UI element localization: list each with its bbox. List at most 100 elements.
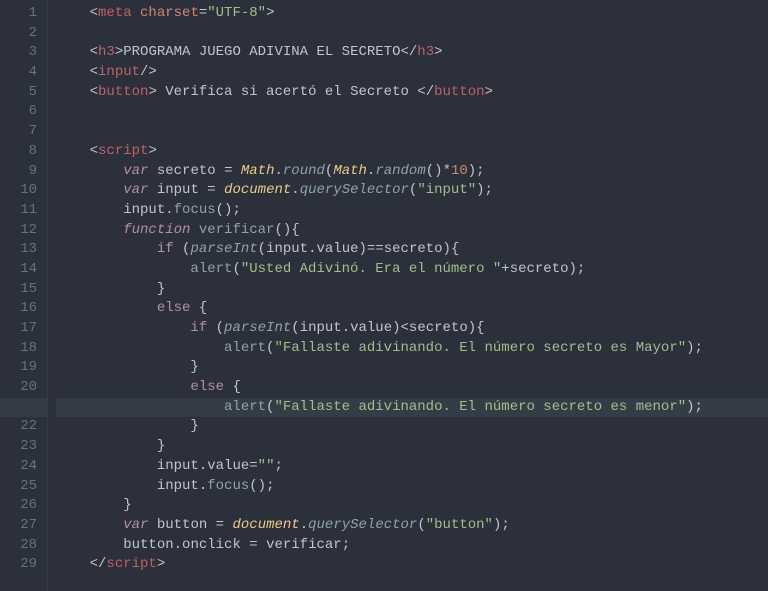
line-number: 18 bbox=[0, 339, 37, 359]
line-number: 15 bbox=[0, 280, 37, 300]
code-line[interactable]: input.value=""; bbox=[56, 457, 768, 477]
token-pun: } bbox=[157, 438, 165, 454]
token-id: secreto bbox=[510, 261, 569, 277]
token-meth: round bbox=[283, 163, 325, 179]
line-number: 5 bbox=[0, 83, 37, 103]
code-line[interactable]: else { bbox=[56, 378, 768, 398]
code-line[interactable]: input.focus(); bbox=[56, 477, 768, 497]
line-number: 20 bbox=[0, 378, 37, 398]
line-number: 29 bbox=[0, 555, 37, 575]
code-line[interactable]: } bbox=[56, 417, 768, 437]
token-txt bbox=[148, 182, 156, 198]
code-line[interactable]: <input/> bbox=[56, 63, 768, 83]
code-editor-content[interactable]: <meta charset="UTF-8"> <h3>PROGRAMA JUEG… bbox=[48, 0, 768, 591]
token-tag: meta bbox=[98, 5, 132, 21]
code-line[interactable]: <script> bbox=[56, 142, 768, 162]
code-line[interactable]: input.focus(); bbox=[56, 201, 768, 221]
code-line[interactable]: </script> bbox=[56, 555, 768, 575]
code-line[interactable]: alert("Usted Adivinó. Era el número "+se… bbox=[56, 260, 768, 280]
token-ang: > bbox=[485, 84, 493, 100]
token-txt bbox=[216, 182, 224, 198]
line-number: 27 bbox=[0, 516, 37, 536]
token-pun: ) bbox=[392, 320, 400, 336]
token-id: input bbox=[300, 320, 342, 336]
token-dot: . bbox=[174, 537, 182, 553]
code-line[interactable]: else { bbox=[56, 299, 768, 319]
code-line[interactable]: var button = document.querySelector("but… bbox=[56, 516, 768, 536]
token-pun: { bbox=[199, 300, 207, 316]
code-line[interactable]: <meta charset="UTF-8"> bbox=[56, 4, 768, 24]
token-op: = bbox=[216, 517, 224, 533]
token-id: value bbox=[207, 458, 249, 474]
code-line[interactable]: } bbox=[56, 280, 768, 300]
token-txt bbox=[207, 320, 215, 336]
code-line[interactable]: if (parseInt(input.value)==secreto){ bbox=[56, 240, 768, 260]
line-number: 2 bbox=[0, 24, 37, 44]
code-line[interactable]: <h3>PROGRAMA JUEGO ADIVINA EL SECRETO</h… bbox=[56, 43, 768, 63]
code-line[interactable] bbox=[56, 24, 768, 44]
token-pun: ; bbox=[274, 458, 282, 474]
line-number: 14 bbox=[0, 260, 37, 280]
code-line[interactable] bbox=[56, 122, 768, 142]
token-str: "Fallaste adivinando. El número secreto … bbox=[274, 340, 686, 356]
token-dot: . bbox=[199, 478, 207, 494]
token-kw: if bbox=[157, 241, 174, 257]
code-line[interactable]: } bbox=[56, 496, 768, 516]
token-id: input bbox=[157, 182, 199, 198]
token-pun: } bbox=[190, 418, 198, 434]
token-id: secreto bbox=[409, 320, 468, 336]
token-dot: . bbox=[291, 182, 299, 198]
token-kw: else bbox=[157, 300, 191, 316]
code-line[interactable]: var input = document.querySelector("inpu… bbox=[56, 181, 768, 201]
token-fn: verificar bbox=[199, 222, 275, 238]
token-ang: > bbox=[434, 44, 442, 60]
token-call: alert bbox=[224, 399, 266, 415]
token-tag: button bbox=[434, 84, 484, 100]
code-line[interactable]: button.onclick = verificar; bbox=[56, 536, 768, 556]
token-txt bbox=[241, 537, 249, 553]
token-pun: ( bbox=[417, 517, 425, 533]
token-ang: </ bbox=[90, 556, 107, 572]
token-kw2: function bbox=[123, 222, 190, 238]
token-txt bbox=[190, 222, 198, 238]
token-kw2: var bbox=[123, 163, 148, 179]
code-line[interactable]: } bbox=[56, 358, 768, 378]
token-tag: h3 bbox=[98, 44, 115, 60]
line-number: 17 bbox=[0, 319, 37, 339]
token-txt bbox=[232, 163, 240, 179]
line-number: 24 bbox=[0, 457, 37, 477]
code-line[interactable]: alert("Fallaste adivinando. El número se… bbox=[56, 398, 768, 418]
line-number: 4 bbox=[0, 63, 37, 83]
code-line[interactable]: function verificar(){ bbox=[56, 221, 768, 241]
code-line[interactable]: } bbox=[56, 437, 768, 457]
token-id: input bbox=[123, 202, 165, 218]
token-pun: () bbox=[426, 163, 443, 179]
token-num: 10 bbox=[451, 163, 468, 179]
token-id: input bbox=[157, 458, 199, 474]
token-dot: . bbox=[199, 458, 207, 474]
line-number: 11 bbox=[0, 201, 37, 221]
code-line[interactable]: <button> Verifica si acertó el Secreto <… bbox=[56, 83, 768, 103]
token-op: < bbox=[401, 320, 409, 336]
token-pun: ){ bbox=[468, 320, 485, 336]
token-str: "Fallaste adivinando. El número secreto … bbox=[274, 399, 686, 415]
token-call: focus bbox=[207, 478, 249, 494]
token-pun: ( bbox=[232, 261, 240, 277]
token-ang: > bbox=[148, 84, 156, 100]
line-number-gutter: 1234567891011121314151617181920212223242… bbox=[0, 0, 48, 591]
code-line[interactable] bbox=[56, 102, 768, 122]
token-pun: ; bbox=[342, 537, 350, 553]
token-tag: button bbox=[98, 84, 148, 100]
code-line[interactable]: var secreto = Math.round(Math.random()*1… bbox=[56, 162, 768, 182]
line-number: 26 bbox=[0, 496, 37, 516]
token-op: = bbox=[249, 458, 257, 474]
token-pun: ); bbox=[468, 163, 485, 179]
token-obj: document bbox=[232, 517, 299, 533]
token-pun: ( bbox=[258, 241, 266, 257]
token-call: alert bbox=[224, 340, 266, 356]
code-line[interactable]: alert("Fallaste adivinando. El número se… bbox=[56, 339, 768, 359]
token-id: secreto bbox=[384, 241, 443, 257]
code-line[interactable]: if (parseInt(input.value)<secreto){ bbox=[56, 319, 768, 339]
token-attn: charset bbox=[140, 5, 199, 21]
token-obj: Math bbox=[241, 163, 275, 179]
